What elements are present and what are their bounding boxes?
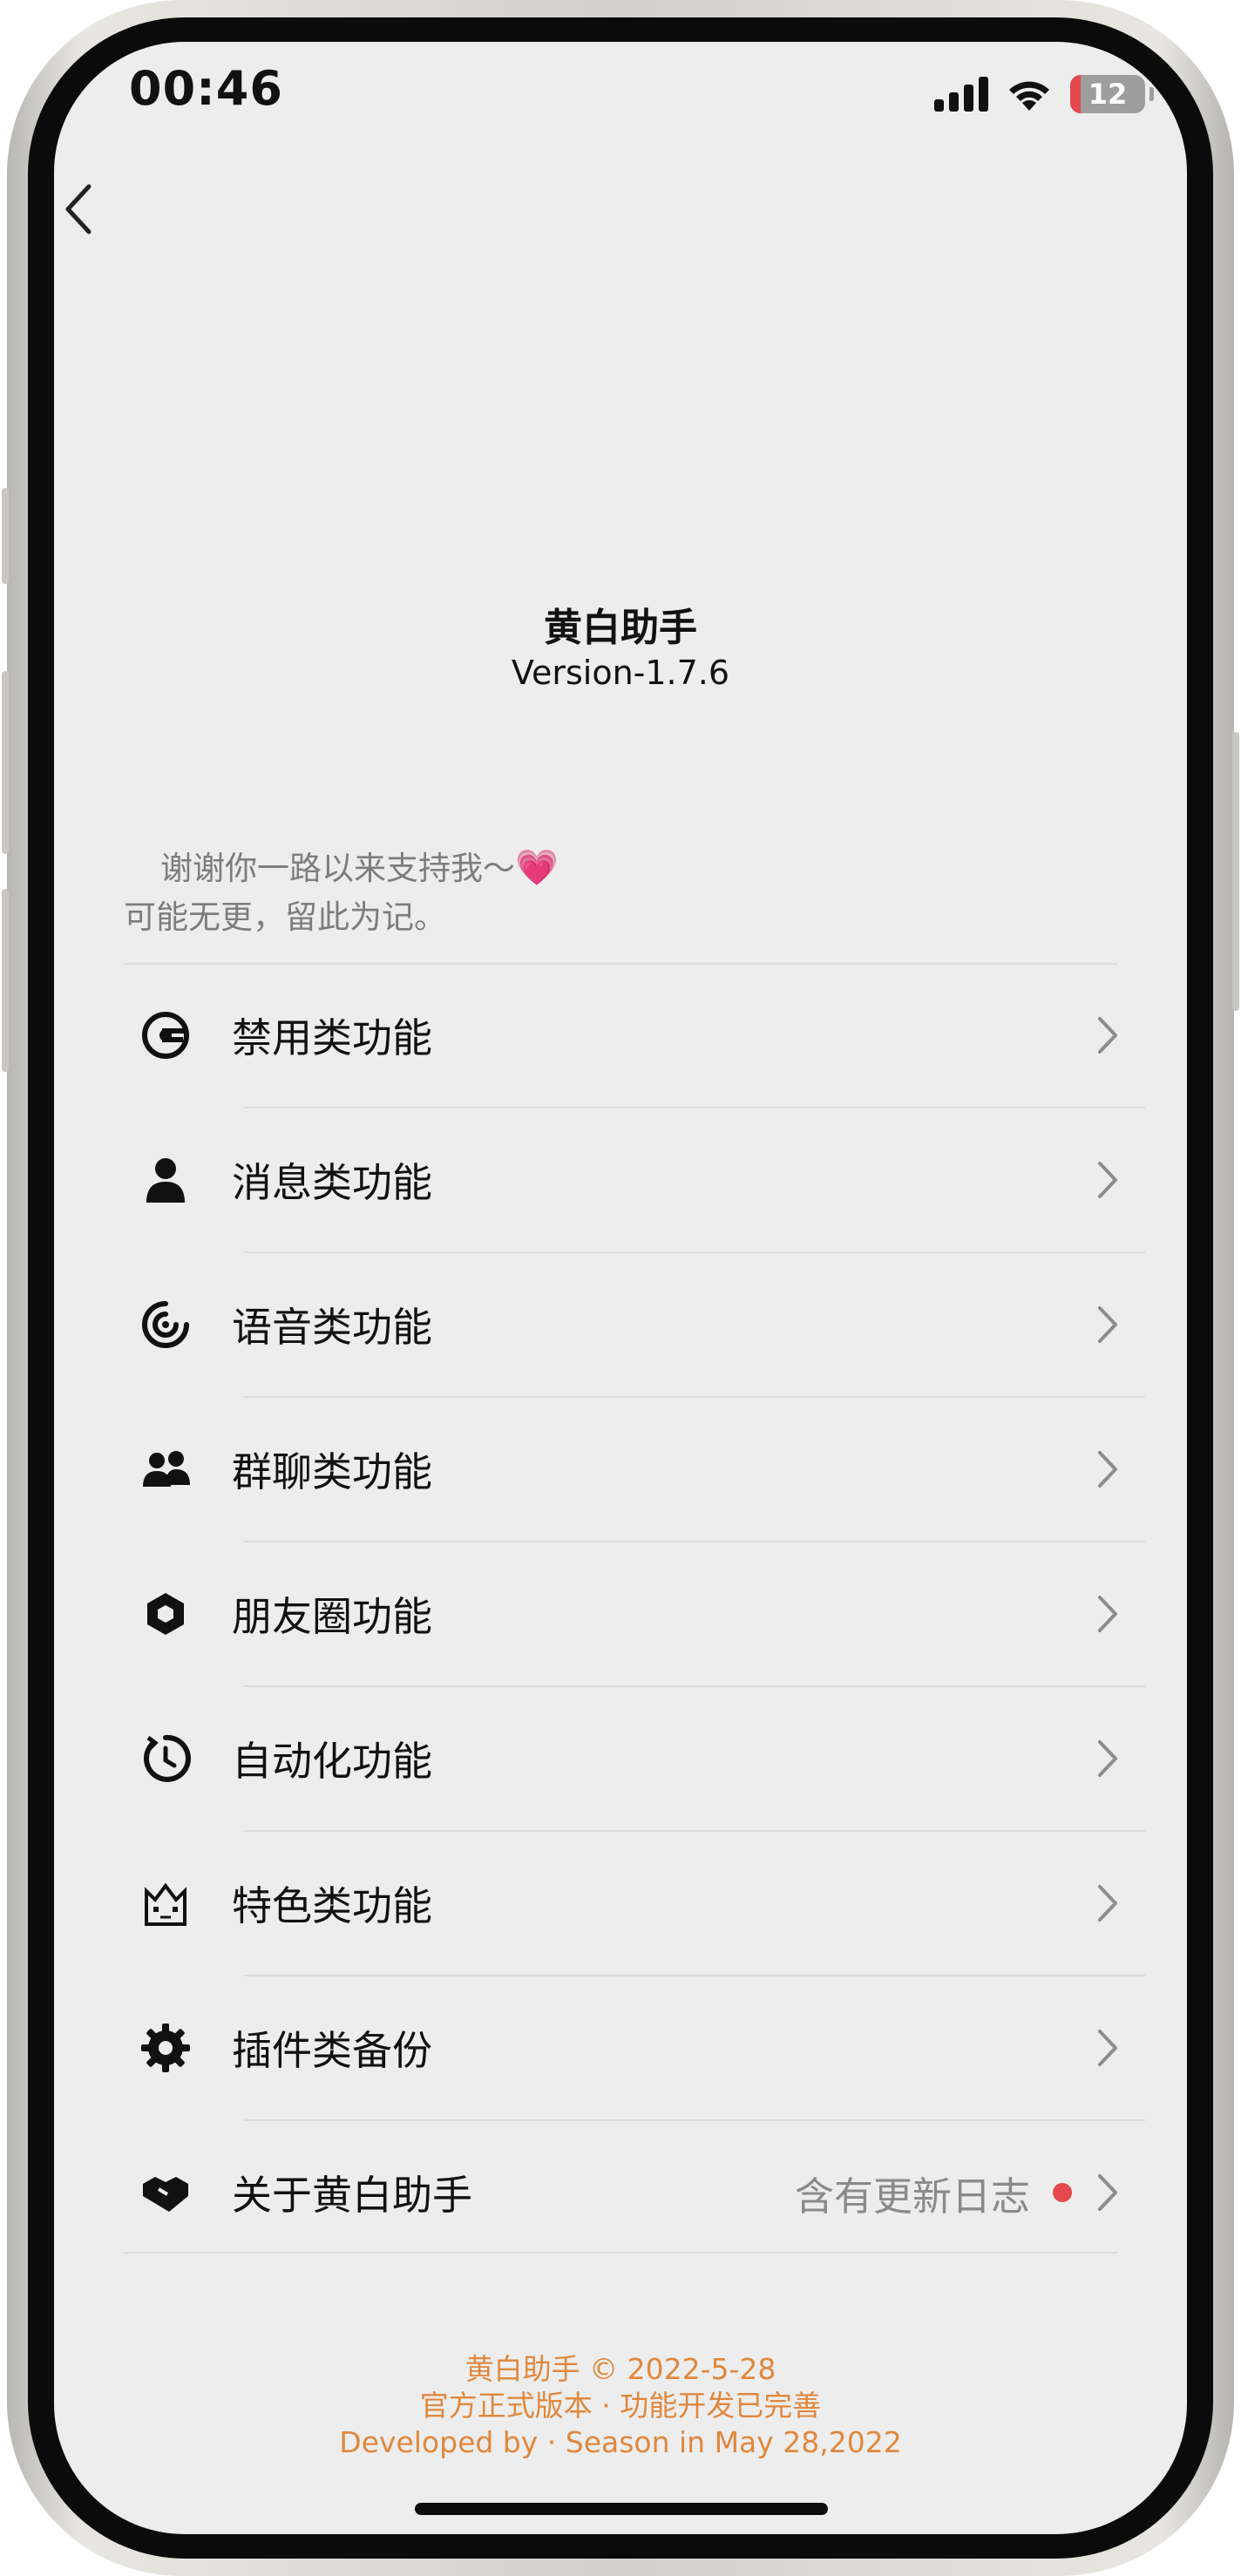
menu-item-moments[interactable]: 朋友圈功能: [124, 1542, 1145, 1685]
menu-label: 特色类功能: [232, 1882, 432, 1929]
wifi-icon: [1009, 81, 1049, 111]
menu-item-voice[interactable]: 语音类功能: [124, 1253, 1145, 1396]
thanks-line-1: 谢谢你一路以来支持我～💗: [124, 844, 559, 893]
menu-label: 插件类备份: [232, 2027, 432, 2074]
menu-item-plugins[interactable]: 插件类备份: [124, 1976, 1145, 2119]
auto-timer-icon: [138, 1731, 193, 1786]
notification-dot: [1053, 2183, 1072, 2202]
menu-item-disable[interactable]: 禁用类功能: [124, 964, 1145, 1107]
status-icons: 12: [934, 75, 1154, 113]
chevron-left-icon[interactable]: [52, 174, 105, 244]
chevron-right-icon: [1098, 1596, 1117, 1632]
volume-down-button: [2, 889, 9, 1072]
menu-item-about[interactable]: 关于黄白助手 含有更新日志: [124, 2121, 1145, 2264]
chevron-right-icon: [1098, 1017, 1117, 1054]
cat-icon: [138, 1875, 193, 1931]
divider: [124, 2252, 1117, 2254]
menu-label: 自动化功能: [232, 1738, 432, 1785]
home-indicator[interactable]: [415, 2503, 828, 2515]
menu-label: 群聊类功能: [232, 1448, 432, 1495]
status-time: 00:46: [129, 61, 283, 116]
menu-label: 消息类功能: [232, 1159, 432, 1206]
side-button: [2, 488, 9, 584]
disable-icon: [138, 1007, 193, 1063]
volume-up-button: [2, 671, 9, 854]
footer-developer: Developed by · Season in May 28,2022: [339, 2425, 902, 2459]
user-icon: [138, 1152, 193, 1208]
chevron-right-icon: [1098, 1740, 1117, 1777]
handshake-icon: [138, 2165, 193, 2220]
chevron-right-icon: [1098, 1162, 1117, 1198]
menu-label: 关于黄白助手: [232, 2172, 472, 2219]
group-icon: [138, 1441, 193, 1497]
cellular-signal-icon: [934, 77, 988, 112]
menu-label: 朋友圈功能: [232, 1593, 432, 1640]
chevron-right-icon: [1098, 1451, 1117, 1488]
app-title: 黄白助手: [544, 606, 697, 650]
changelog-hint: 含有更新日志: [794, 2173, 1030, 2220]
battery-icon: 12: [1070, 75, 1154, 113]
app-version: Version-1.7.6: [511, 654, 730, 692]
footer-copyright: 黄白助手 © 2022-5-28: [465, 2352, 776, 2386]
menu-item-automation[interactable]: 自动化功能: [124, 1687, 1145, 1830]
menu-item-group[interactable]: 群聊类功能: [124, 1398, 1145, 1541]
thanks-line-2: 可能无更，留此为记。: [124, 898, 446, 936]
menu-label: 语音类功能: [232, 1304, 432, 1351]
chevron-right-icon: [1098, 1306, 1117, 1343]
thanks-text: 谢谢你一路以来支持我～: [160, 850, 515, 887]
voice-icon: [138, 1297, 193, 1352]
heart-emoji: 💗: [515, 848, 559, 888]
gear-icon: [138, 2020, 193, 2076]
thanks-note: 谢谢你一路以来支持我～💗 可能无更，留此为记。: [124, 844, 559, 942]
power-button: [1232, 732, 1239, 1011]
chevron-right-icon: [1098, 2030, 1117, 2066]
feature-menu: 禁用类功能 消息类功能 语音类功能 群聊类功能 朋友圈功能 自动化功能 特色类功…: [124, 964, 1145, 2264]
moments-icon: [138, 1586, 193, 1642]
menu-item-special[interactable]: 特色类功能: [124, 1832, 1145, 1975]
footer-release: 官方正式版本 · 功能开发已完善: [419, 2389, 822, 2423]
footer: 黄白助手 © 2022-5-28 官方正式版本 · 功能开发已完善 Develo…: [0, 2351, 1241, 2461]
chevron-right-icon: [1098, 2174, 1117, 2211]
battery-level: 12: [1088, 78, 1128, 111]
chevron-right-icon: [1098, 1885, 1117, 1922]
menu-label: 禁用类功能: [232, 1014, 432, 1061]
menu-item-messages[interactable]: 消息类功能: [124, 1108, 1145, 1251]
